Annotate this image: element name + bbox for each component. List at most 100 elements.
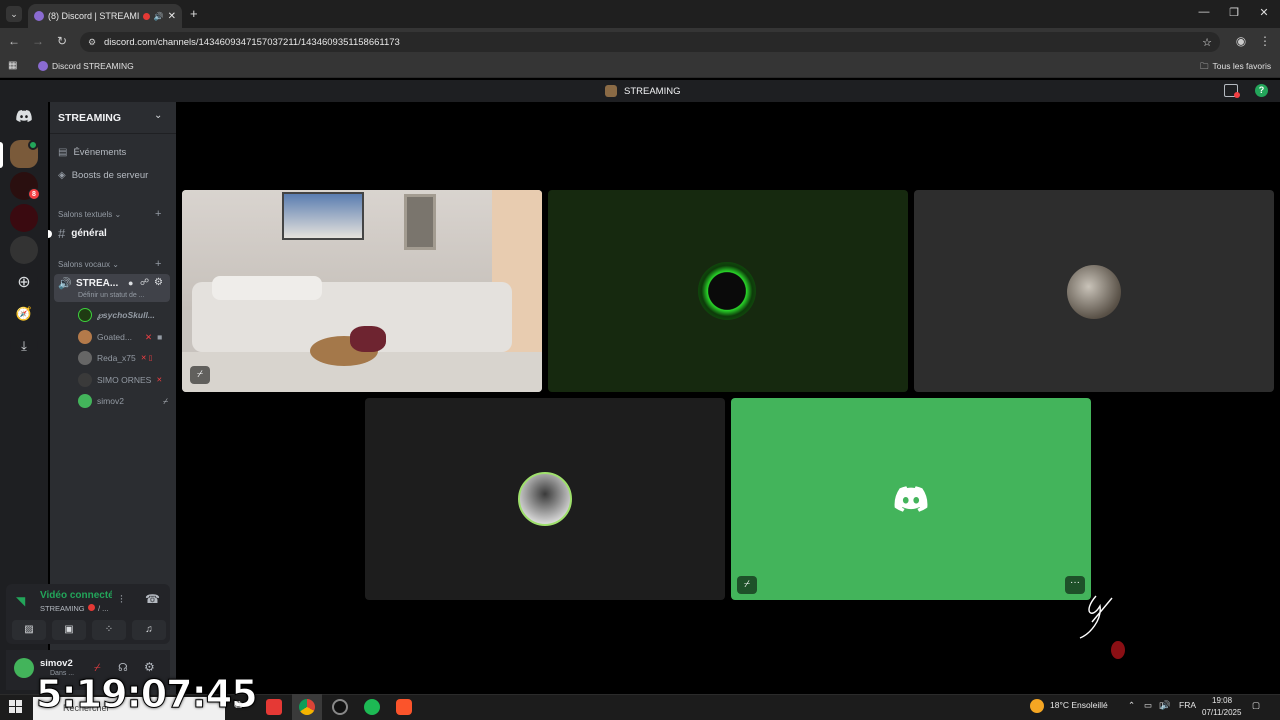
events-item[interactable]: ▤ Événements: [58, 147, 126, 158]
app-icon-red[interactable]: [266, 699, 282, 715]
reload-icon[interactable]: ↻: [54, 34, 70, 48]
clock-date[interactable]: 07/11/2025: [1202, 708, 1241, 717]
site-info-icon[interactable]: ⚙: [88, 37, 96, 48]
chrome-icon[interactable]: [299, 699, 315, 715]
member-row[interactable]: ℘sychoSkull...: [78, 307, 155, 323]
minimize-button[interactable]: —: [1194, 6, 1214, 18]
discord-logo-icon: [894, 486, 928, 517]
chat-icon[interactable]: ●: [128, 278, 133, 288]
unread-pill: [48, 230, 52, 238]
server-icon-4[interactable]: [10, 236, 38, 264]
connection-suffix: / ...: [98, 604, 109, 613]
add-server-icon[interactable]: ⊕: [10, 268, 38, 296]
inbox-badge: [1234, 92, 1240, 98]
member-row[interactable]: Reda_x75 ✕ ▯: [78, 350, 152, 366]
bookmarks-bar: ▦ Discord STREAMING 🗀 Tous les favoris: [0, 56, 1280, 78]
chevron-down-icon: ⌄: [154, 110, 163, 121]
voice-channel-streaming[interactable]: 🔊 STREA... ● ☍ ⚙ Définir un statut de ..…: [54, 274, 170, 302]
tab-search-button[interactable]: ⌄: [6, 6, 22, 22]
network-icon[interactable]: ▭: [1144, 700, 1152, 711]
calendar-icon: ▤: [58, 147, 68, 158]
bookmark-discord[interactable]: Discord STREAMING: [38, 61, 134, 71]
browser-tab[interactable]: (8) Discord | STREAMING 🔊 ✕: [28, 4, 182, 28]
recording-icon: [142, 12, 150, 20]
weather-text[interactable]: 18°C Ensoleillé: [1050, 700, 1108, 710]
add-text-channel-icon[interactable]: +: [155, 208, 161, 220]
menu-icon[interactable]: ⋮: [1257, 34, 1273, 48]
all-bookmarks-label: Tous les favoris: [1212, 61, 1272, 71]
back-arrow-icon[interactable]: ←: [6, 34, 22, 48]
member-row[interactable]: Goated... ✕ ■: [78, 329, 162, 345]
mention-badge: 8: [28, 188, 40, 200]
discord-title-bar: STREAMING ?: [0, 80, 1280, 102]
mic-muted-icon: ⌿: [737, 576, 757, 594]
language-indicator[interactable]: FRA: [1179, 700, 1196, 710]
voice-channel-label: STREA...: [76, 278, 119, 289]
channel-general[interactable]: # général: [58, 226, 107, 241]
video-tile-participant[interactable]: [914, 190, 1274, 392]
camera-off-button[interactable]: ▨: [12, 620, 46, 640]
video-tile-participant[interactable]: [365, 398, 725, 600]
add-voice-channel-icon[interactable]: +: [155, 258, 161, 270]
member-avatar: [78, 330, 92, 344]
server-name: STREAMING: [58, 112, 121, 124]
member-avatar: [78, 351, 92, 365]
new-tab-button[interactable]: +: [190, 6, 198, 21]
signature-watermark: [1079, 595, 1125, 659]
mic-icon: ⌿: [190, 366, 210, 384]
disconnect-icon[interactable]: ☎: [145, 592, 160, 606]
restore-button[interactable]: ❐: [1224, 6, 1244, 19]
discord-home-icon[interactable]: [10, 102, 38, 130]
connection-subtitle[interactable]: STREAMING: [40, 604, 85, 613]
sofa-back: [212, 276, 322, 300]
hashtag-icon: #: [58, 226, 66, 241]
video-tile-participant[interactable]: ⌿ ···: [731, 398, 1091, 600]
member-row[interactable]: simov2 ⌿: [78, 393, 168, 409]
tray-chevron-icon[interactable]: ⌃: [1128, 700, 1135, 711]
user-avatar[interactable]: [14, 658, 34, 678]
start-button[interactable]: [9, 700, 22, 713]
settings-gear-icon[interactable]: ⚙: [154, 277, 163, 288]
spotify-icon[interactable]: [364, 699, 380, 715]
member-name: Goated...: [97, 332, 132, 342]
activities-button[interactable]: ⁘: [92, 620, 126, 640]
help-icon[interactable]: ?: [1255, 84, 1268, 97]
notifications-icon[interactable]: ▢: [1252, 700, 1260, 711]
close-tab-icon[interactable]: ✕: [168, 11, 176, 22]
app-icon-dark[interactable]: [332, 699, 348, 715]
text-category[interactable]: Salons textuels ⌄: [58, 210, 121, 219]
server-icon-3[interactable]: [10, 204, 38, 232]
member-name: SIMO ORNES: [97, 375, 152, 385]
brave-icon[interactable]: [396, 699, 412, 715]
voice-category[interactable]: Salons vocaux ⌄: [58, 260, 119, 269]
participant-avatar: [518, 472, 572, 526]
soundboard-button[interactable]: ♫: [132, 620, 166, 640]
boost-icon: ◈: [58, 170, 66, 181]
task-view-icon[interactable]: ⧉: [234, 699, 242, 712]
screen-share-button[interactable]: ▣: [52, 620, 86, 640]
download-icon[interactable]: ⤓: [10, 332, 38, 360]
forward-arrow-icon[interactable]: →: [30, 34, 46, 48]
discord-favicon-icon: [38, 61, 48, 71]
bookmark-star-icon[interactable]: ☆: [1202, 36, 1212, 49]
close-window-button[interactable]: ✕: [1254, 6, 1274, 19]
boosts-item[interactable]: ◈ Boosts de serveur: [58, 170, 148, 181]
member-avatar: [78, 308, 92, 322]
member-row[interactable]: SIMO ORNES ✕: [78, 372, 162, 388]
clock-time[interactable]: 19:08: [1212, 696, 1232, 705]
address-bar[interactable]: ⚙ discord.com/channels/14346093471570372…: [80, 32, 1220, 52]
server-header[interactable]: STREAMING ⌄: [50, 102, 176, 134]
discover-icon[interactable]: 🧭: [10, 300, 38, 328]
noise-suppression-icon[interactable]: ⫶: [120, 594, 123, 607]
clothes: [350, 326, 386, 352]
apps-grid-icon[interactable]: ▦: [8, 60, 17, 71]
video-tile-participant[interactable]: [548, 190, 908, 392]
voice-status-text[interactable]: Définir un statut de ...: [78, 292, 145, 299]
all-bookmarks[interactable]: 🗀 Tous les favoris: [1200, 61, 1271, 75]
participant-avatar: [698, 262, 756, 320]
profile-icon[interactable]: ◉: [1233, 34, 1249, 48]
invite-icon[interactable]: ☍: [140, 277, 149, 288]
video-tile-webcam[interactable]: ⌿: [182, 190, 542, 392]
audio-icon[interactable]: 🔊: [154, 12, 164, 21]
battery-icon[interactable]: ▯: [1159, 700, 1164, 711]
